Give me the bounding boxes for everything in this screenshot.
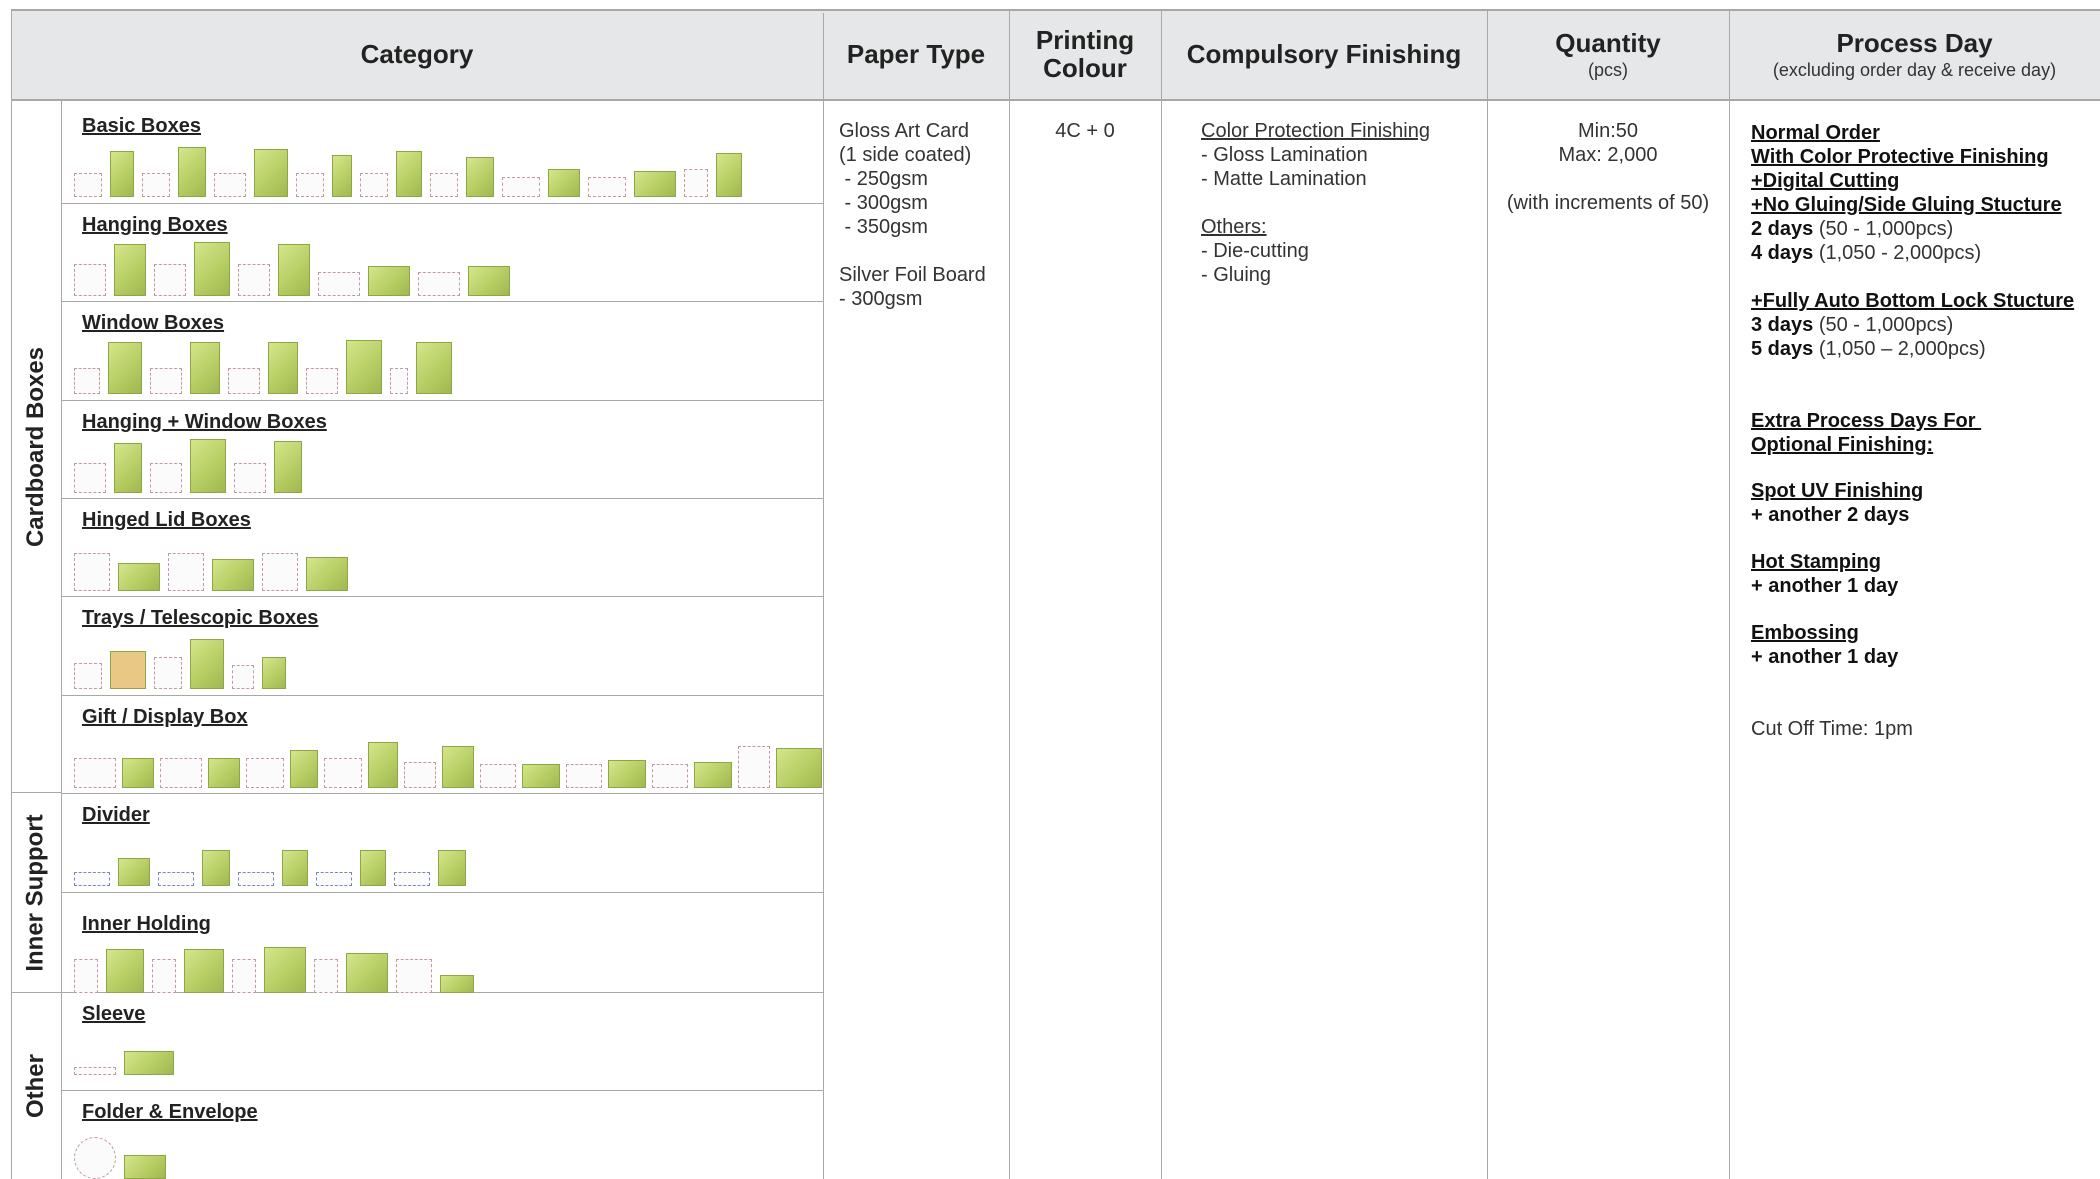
divider	[1009, 9, 1010, 1179]
box-thumbnails	[74, 242, 510, 296]
box-thumbnails	[74, 340, 452, 394]
box-thumbnails	[74, 539, 348, 591]
category-folder-envelope[interactable]: Folder & Envelope	[62, 1091, 822, 1179]
quantity-info: Min:50 Max: 2,000 (with increments of 50…	[1506, 120, 1710, 214]
category-label: Hanging + Window Boxes	[82, 411, 327, 433]
category-label: Gift / Display Box	[82, 706, 248, 728]
group-other: Other	[22, 1053, 50, 1119]
category-sleeve[interactable]: Sleeve	[62, 993, 822, 1090]
box-thumbnails	[74, 439, 302, 493]
header-paper-type: Paper Type	[846, 38, 986, 69]
box-thumbnails	[74, 941, 474, 993]
category-inner-holding[interactable]: Inner Holding	[62, 893, 822, 993]
box-thumbnails	[74, 637, 286, 689]
divider	[1729, 9, 1730, 1179]
category-label: Hinged Lid Boxes	[82, 509, 251, 531]
category-basic-boxes[interactable]: Basic Boxes	[62, 105, 822, 203]
category-label: Trays / Telescopic Boxes	[82, 607, 319, 629]
category-hanging-window-boxes[interactable]: Hanging + Window Boxes	[62, 401, 822, 498]
divider	[1161, 9, 1162, 1179]
category-window-boxes[interactable]: Window Boxes	[62, 302, 822, 400]
paper-type-list: Gloss Art Card (1 side coated) - 250gsm …	[839, 120, 986, 310]
category-label: Window Boxes	[82, 312, 225, 334]
process-day-info: Normal Order With Color Protective Finis…	[1751, 122, 2075, 740]
category-trays-telescopic-boxes[interactable]: Trays / Telescopic Boxes	[62, 597, 822, 695]
header-category: Category	[360, 38, 474, 69]
divider	[823, 13, 824, 1179]
category-gift-display-box[interactable]: Gift / Display Box	[62, 696, 822, 793]
header-quantity: Quantity (pcs)	[1555, 27, 1661, 80]
printing-colour-value: 4C + 0	[1055, 120, 1115, 142]
category-label: Divider	[82, 804, 150, 826]
box-thumbnails	[74, 145, 742, 197]
category-label: Folder & Envelope	[82, 1101, 258, 1123]
category-hanging-boxes[interactable]: Hanging Boxes	[62, 204, 822, 301]
header-compulsory-finishing: Compulsory Finishing	[1186, 38, 1462, 69]
pricing-table: Category Paper Type Printing Colour Compu…	[11, 9, 2100, 1179]
category-label: Inner Holding	[82, 913, 211, 935]
box-thumbnails	[74, 834, 466, 886]
box-thumbnails	[74, 736, 822, 788]
category-hinged-lid-boxes[interactable]: Hinged Lid Boxes	[62, 499, 822, 596]
category-label: Sleeve	[82, 1003, 146, 1025]
header-process-day: Process Day (excluding order day & receiv…	[1772, 27, 2057, 80]
header-printing-colour: Printing Colour	[1035, 25, 1135, 83]
group-inner-support: Inner Support	[22, 813, 50, 972]
box-thumbnails	[74, 1045, 174, 1075]
category-label: Basic Boxes	[82, 115, 201, 137]
category-label: Hanging Boxes	[82, 214, 228, 236]
category-divider[interactable]: Divider	[62, 794, 822, 892]
finishing-list: Color Protection Finishing - Gloss Lamin…	[1201, 120, 1430, 286]
group-cardboard-boxes: Cardboard Boxes	[22, 346, 49, 547]
box-thumbnails	[74, 1133, 166, 1179]
